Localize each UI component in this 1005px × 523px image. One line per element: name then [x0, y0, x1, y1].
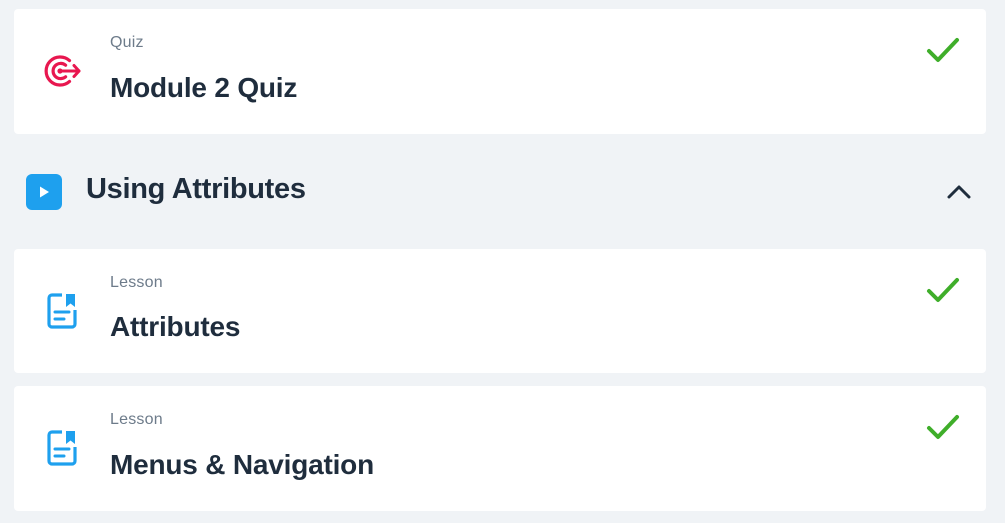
play-icon [26, 174, 62, 210]
item-title: Module 2 Quiz [110, 72, 298, 103]
check-icon [927, 415, 959, 439]
item-title: Menus & Navigation [110, 449, 374, 480]
item-title: Attributes [110, 311, 241, 342]
lesson-card-attributes[interactable]: Lesson Attributes [14, 249, 986, 373]
lesson-icon [40, 426, 84, 470]
check-icon [927, 278, 959, 302]
chevron-up-icon[interactable] [944, 177, 974, 207]
lesson-icon [40, 289, 84, 333]
lesson-card-menus-navigation[interactable]: Lesson Menus & Navigation [14, 386, 986, 511]
item-kind-label: Lesson [110, 274, 163, 291]
check-icon [927, 38, 959, 62]
section-header-using-attributes[interactable]: Using Attributes [14, 157, 986, 227]
item-kind-label: Lesson [110, 411, 163, 428]
quiz-card-module-2[interactable]: Quiz Module 2 Quiz [14, 9, 986, 134]
item-kind-label: Quiz [110, 34, 144, 51]
target-icon [40, 49, 84, 93]
section-title: Using Attributes [86, 173, 306, 205]
